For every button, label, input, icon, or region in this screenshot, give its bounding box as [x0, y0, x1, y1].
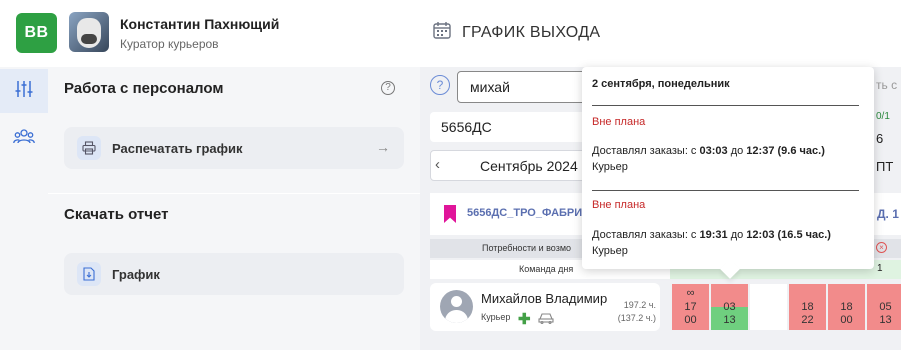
- shift-cell-selected[interactable]: 03 13: [711, 284, 748, 330]
- employee-hours-alt: (137.2 ч.): [617, 313, 656, 323]
- download-schedule-label: График: [112, 266, 160, 282]
- employee-hours: 197.2 ч.: [623, 300, 656, 310]
- employee-avatar: [440, 290, 473, 323]
- shift-start: 18: [840, 301, 853, 313]
- shift-start: 17: [684, 301, 697, 313]
- panel-title-staff: Работа с персоналом: [64, 80, 224, 97]
- tooltip-delivery-line: Доставлял заказы: с 19:31 до 12:03 (16.5…: [592, 229, 831, 241]
- shift-cell[interactable]: ∞ 17 00: [672, 284, 709, 330]
- car-icon: [538, 311, 554, 329]
- user-name: Константин Пахнющий: [120, 16, 280, 32]
- user-role: Куратор курьеров: [120, 37, 219, 51]
- tooltip-date: 2 сентября, понедельник: [592, 78, 730, 90]
- truncated-action-link[interactable]: ть с: [876, 78, 897, 92]
- shift-cells: ∞ 17 00 03 13 18 22 18 00 05 13: [672, 284, 901, 330]
- month-switcher: ‹ Сентябрь 2024: [430, 150, 600, 181]
- sliders-icon: [14, 79, 34, 104]
- shift-end: 13: [879, 314, 892, 326]
- print-schedule-button[interactable]: Распечатать график →: [64, 127, 404, 169]
- shift-cell[interactable]: 05 13: [867, 284, 901, 330]
- shift-end: 00: [840, 314, 853, 326]
- shift-start: 05: [879, 301, 892, 313]
- employee-search-input[interactable]: [457, 71, 597, 103]
- month-label: Сентябрь 2024: [480, 158, 578, 174]
- app-logo[interactable]: BB: [16, 13, 57, 53]
- nav-rail: [0, 67, 48, 350]
- app-header: BB Константин Пахнющий Куратор курьеров …: [0, 0, 901, 67]
- medical-cross-icon: ✚: [518, 311, 531, 328]
- calendar-icon: [432, 20, 452, 45]
- printer-icon: [77, 136, 101, 160]
- rail-staff-button[interactable]: [0, 69, 48, 113]
- panel-title-report: Скачать отчет: [64, 206, 169, 223]
- needs-row-label: Потребности и возмо: [482, 243, 572, 253]
- store-group-name: 5656ДС_ТРО_ФАБРИ: [467, 207, 583, 219]
- users-icon: [13, 128, 35, 151]
- tooltip-divider: [592, 190, 859, 191]
- shift-cell-empty[interactable]: [750, 284, 787, 330]
- help-icon[interactable]: ?: [381, 81, 395, 95]
- page-title: ГРАФИК ВЫХОДА: [462, 23, 601, 41]
- page-title-group: ГРАФИК ВЫХОДА: [432, 20, 600, 45]
- download-schedule-button[interactable]: График: [64, 253, 404, 295]
- infinity-marker: ∞: [686, 287, 695, 299]
- shift-end: 00: [684, 314, 697, 326]
- day-ratio: 0/1: [876, 111, 890, 122]
- team-row-label: Команда дня: [519, 264, 574, 274]
- team-row-value: 1: [877, 263, 883, 274]
- print-schedule-label: Распечатать график: [112, 140, 243, 156]
- tooltip-status: Вне плана: [592, 116, 646, 128]
- panel-divider: [48, 193, 420, 194]
- shift-start: 18: [801, 301, 814, 313]
- day-number: 6: [876, 131, 884, 146]
- employee-card[interactable]: Михайлов Владимир Курьер ✚ 197.2 ч. (137…: [430, 283, 660, 331]
- user-avatar[interactable]: [69, 12, 109, 52]
- employee-role: Курьер: [481, 312, 511, 322]
- tooltip-delivery-line: Доставлял заказы: с 03:03 до 12:37 (9.6 …: [592, 145, 825, 157]
- tooltip-status: Вне плана: [592, 199, 646, 211]
- close-circle-icon: ×: [876, 242, 887, 253]
- tooltip-role: Курьер: [592, 161, 628, 173]
- shift-tooltip: 2 сентября, понедельник Вне плана Достав…: [582, 67, 874, 269]
- chevron-left-icon[interactable]: ‹: [435, 156, 440, 173]
- shift-end: 13: [723, 314, 736, 326]
- question-icon[interactable]: ?: [430, 75, 450, 95]
- file-download-icon: [77, 262, 101, 286]
- shift-end: 22: [801, 314, 814, 326]
- rail-users-button[interactable]: [0, 117, 48, 161]
- staff-panel: Работа с персоналом ? Распечатать график…: [48, 67, 420, 350]
- shift-cell[interactable]: 18 22: [789, 284, 826, 330]
- arrow-right-icon: →: [376, 139, 390, 155]
- employee-name: Михайлов Владимир: [481, 291, 608, 306]
- store-group-day: Д. 1: [877, 207, 899, 221]
- day-weekday: ПТ: [876, 159, 894, 174]
- store-select[interactable]: 5656ДС: [430, 112, 600, 142]
- tooltip-role: Курьер: [592, 245, 628, 257]
- shift-cell[interactable]: 18 00: [828, 284, 865, 330]
- shift-start: 03: [723, 301, 736, 313]
- bookmark-icon: [444, 205, 456, 223]
- tooltip-divider: [592, 105, 859, 106]
